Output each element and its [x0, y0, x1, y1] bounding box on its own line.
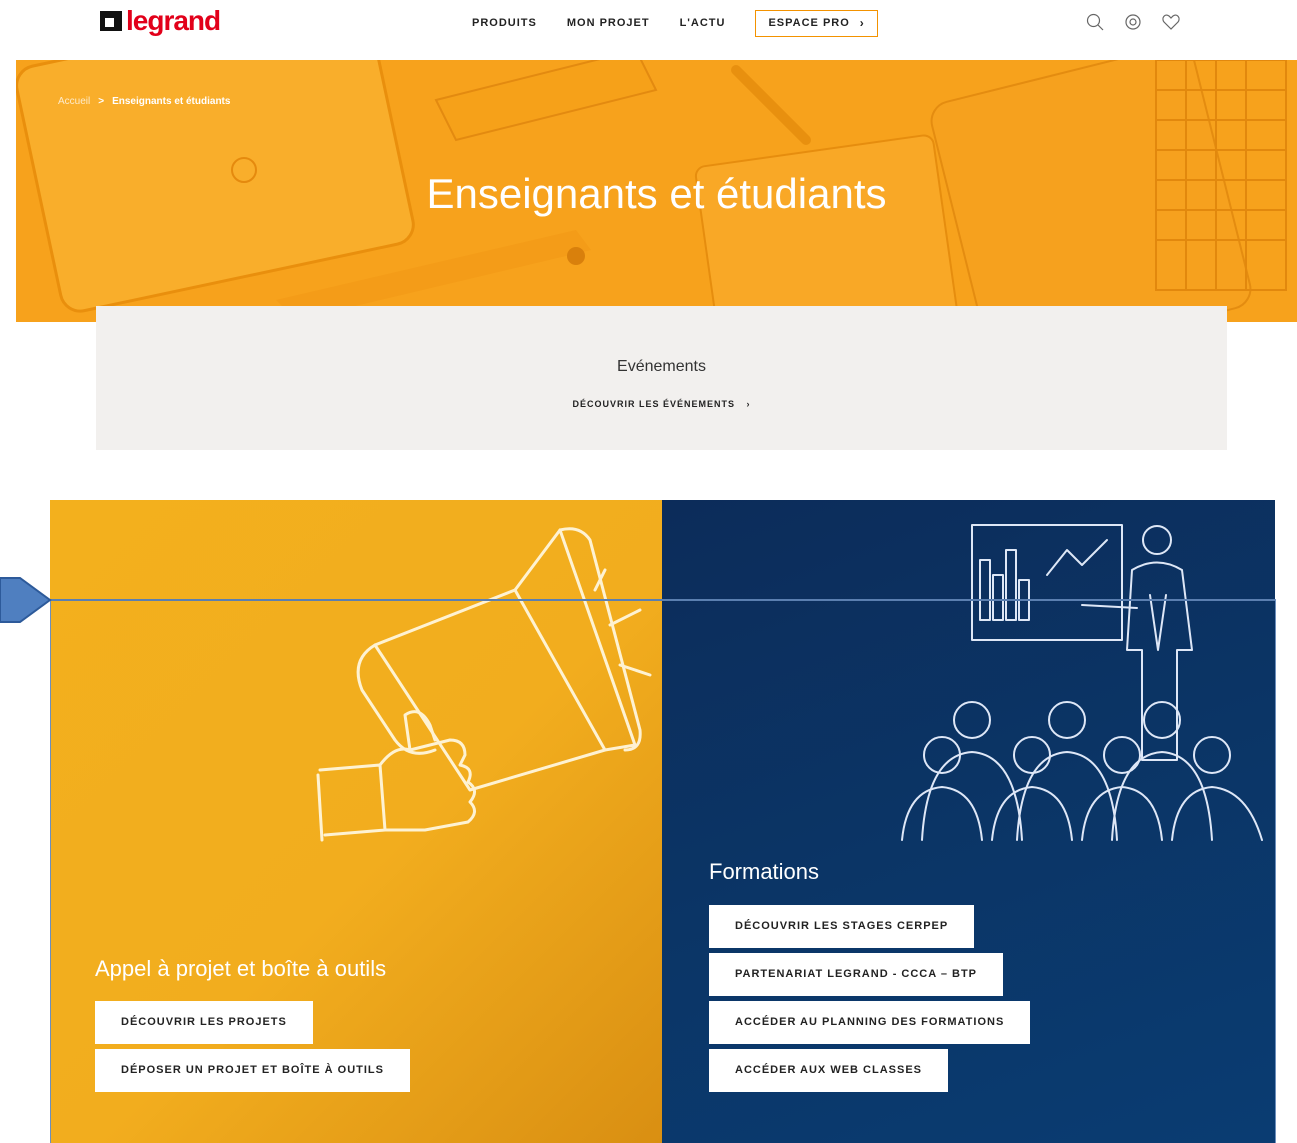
megaphone-thumbs-up-illustration	[316, 527, 652, 842]
chevron-right-icon: ›	[746, 399, 751, 409]
submit-project-button[interactable]: DÉPOSER UN PROJET ET BOÎTE À OUTILS	[95, 1049, 410, 1092]
breadcrumb-separator: >	[98, 96, 105, 107]
main-nav: PRODUITS MON PROJET L'ACTU ESPACE PRO ›	[472, 10, 878, 37]
discover-projects-button[interactable]: DÉCOUVRIR LES PROJETS	[95, 1001, 313, 1044]
search-icon[interactable]	[1085, 12, 1105, 32]
nav-produits[interactable]: PRODUITS	[472, 11, 537, 36]
training-planning-button[interactable]: ACCÉDER AU PLANNING DES FORMATIONS	[709, 1001, 1031, 1044]
appel-projet-title: Appel à projet et boîte à outils	[95, 956, 387, 981]
header-icons	[1085, 12, 1199, 32]
logo-mark-icon	[100, 11, 122, 31]
breadcrumb-current: Enseignants et étudiants	[112, 96, 231, 107]
training-audience-illustration	[901, 524, 1263, 841]
heart-icon[interactable]	[1161, 12, 1181, 32]
arrow-marker-icon	[0, 577, 52, 623]
divider-line	[50, 599, 1275, 601]
appel-projet-panel: Appel à projet et boîte à outils DÉCOUVR…	[50, 500, 662, 1143]
events-card: Evénements DÉCOUVRIR LES ÉVÉNEMENTS ›	[96, 306, 1227, 450]
espace-pro-button[interactable]: ESPACE PRO ›	[755, 10, 878, 37]
location-icon[interactable]	[1123, 12, 1143, 32]
divider-line	[50, 599, 51, 1143]
web-classes-button[interactable]: ACCÉDER AUX WEB CLASSES	[709, 1049, 948, 1092]
cerpep-stages-button[interactable]: DÉCOUVRIR LES STAGES CERPEP	[709, 905, 975, 948]
nav-mon-projet[interactable]: MON PROJET	[567, 11, 650, 36]
formations-panel: Formations DÉCOUVRIR LES STAGES CERPEP P…	[662, 500, 1275, 1143]
events-title: Evénements	[617, 358, 706, 375]
legrand-logo[interactable]: legrand	[100, 5, 221, 36]
chevron-right-icon: ›	[859, 16, 865, 30]
logo-text: legrand	[126, 5, 221, 36]
discover-events-label: DÉCOUVRIR LES ÉVÉNEMENTS	[572, 399, 735, 409]
formations-title: Formations	[709, 859, 820, 884]
hero-banner: Accueil > Enseignants et étudiants Ensei…	[16, 60, 1297, 322]
partnership-ccca-btp-button[interactable]: PARTENARIAT LEGRAND - CCCA – BTP	[709, 953, 1004, 996]
nav-actu[interactable]: L'ACTU	[680, 11, 726, 36]
espace-pro-label: ESPACE PRO	[768, 17, 850, 29]
breadcrumb-home-link[interactable]: Accueil	[58, 96, 90, 107]
site-header: legrand PRODUITS MON PROJET L'ACTU ESPAC…	[0, 0, 1297, 58]
breadcrumb: Accueil > Enseignants et étudiants	[58, 96, 230, 107]
divider-line	[1275, 599, 1276, 1143]
discover-events-link[interactable]: DÉCOUVRIR LES ÉVÉNEMENTS ›	[96, 399, 1227, 409]
page-title: Enseignants et étudiants	[426, 170, 887, 217]
